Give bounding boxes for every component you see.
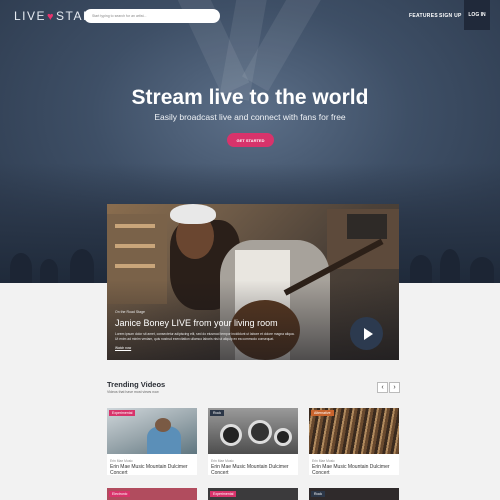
play-button[interactable]	[350, 317, 383, 350]
featured-title[interactable]: Janice Boney LIVE from your living room	[115, 318, 278, 328]
video-card[interactable]: Experimental Erin Mae Music Erin Mae Mus…	[107, 408, 197, 476]
login-button[interactable]: LOG IN	[464, 0, 490, 30]
video-artist: Erin Mae Music	[211, 459, 234, 463]
video-title[interactable]: Erin Mae Music Mountain Dulcimer Concert	[312, 464, 398, 476]
video-card[interactable]: Rock	[309, 488, 399, 500]
top-navbar: LIVE♥STAR FEATURES SIGN UP LOG IN	[0, 0, 500, 33]
nav-signup-link[interactable]: SIGN UP	[439, 13, 462, 19]
video-card[interactable]: Alternative Erin Mae Music Erin Mae Musi…	[309, 408, 399, 476]
video-title[interactable]: Erin Mae Music Mountain Dulcimer Concert	[211, 464, 297, 476]
livestar-logo[interactable]: LIVE♥STAR	[14, 9, 93, 23]
performer-hat	[170, 204, 216, 224]
video-title[interactable]: Erin Mae Music Mountain Dulcimer Concert	[110, 464, 196, 476]
video-card[interactable]: Experimental	[208, 488, 298, 500]
logo-text-live: LIVE	[14, 9, 47, 23]
video-card[interactable]: Rock Erin Mae Music Erin Mae Music Mount…	[208, 408, 298, 476]
video-card[interactable]: Electronic	[107, 488, 197, 500]
video-thumbnail[interactable]: Experimental	[107, 408, 197, 454]
featured-watch-link[interactable]: Watch now	[115, 346, 131, 350]
video-thumbnail[interactable]: Alternative	[309, 408, 399, 454]
heart-icon: ♥	[47, 11, 56, 23]
featured-category: On the Road Stage	[115, 310, 145, 314]
carousel-prev-button[interactable]: ‹	[377, 382, 388, 393]
video-artist: Erin Mae Music	[110, 459, 133, 463]
genre-badge: Experimental	[210, 491, 237, 497]
genre-badge: Experimental	[109, 410, 136, 416]
hero-headline: Stream live to the world	[131, 86, 369, 109]
play-icon	[363, 327, 373, 340]
video-artist: Erin Mae Music	[312, 459, 335, 463]
hero-subheadline: Easily broadcast live and connect with f…	[154, 112, 346, 122]
genre-badge: Electronic	[109, 491, 131, 497]
genre-badge: Rock	[210, 410, 224, 416]
genre-badge: Alternative	[311, 410, 334, 416]
artist-search-input[interactable]	[84, 9, 220, 23]
trending-title: Trending Videos	[107, 380, 166, 389]
get-started-button[interactable]: GET STARTED	[227, 133, 274, 147]
trending-subtitle: Videos that have most views now	[107, 390, 159, 394]
genre-badge: Rock	[311, 491, 325, 497]
nav-features-link[interactable]: FEATURES	[409, 13, 438, 19]
featured-description: Lorem ipsum dolor sit amet, consectetur …	[115, 332, 295, 341]
carousel-next-button[interactable]: ›	[389, 382, 400, 393]
video-thumbnail[interactable]: Rock	[208, 408, 298, 454]
